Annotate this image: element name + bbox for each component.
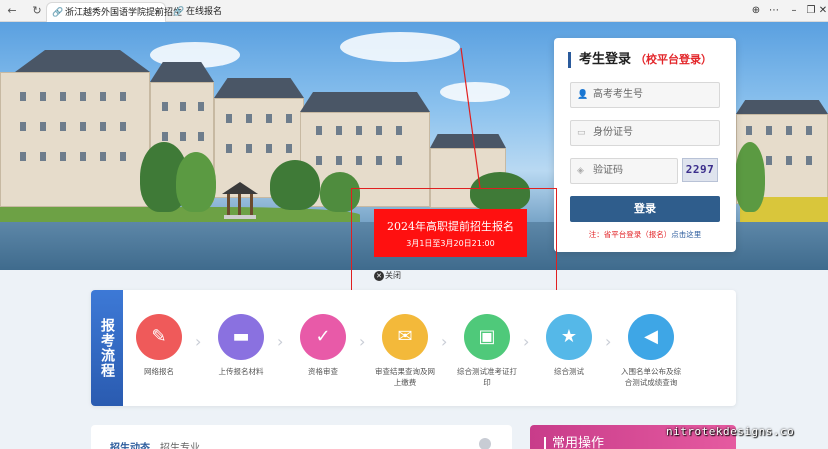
tab-active[interactable]: 🔗 浙江越秀外国语学院提前招生 ✕	[46, 2, 182, 23]
tab-majors[interactable]: 招生专业	[160, 439, 200, 449]
popup-title: 2024年高职提前招生报名	[387, 220, 514, 233]
tab-close-icon[interactable]: ✕	[153, 3, 161, 23]
roof	[430, 134, 506, 148]
tree	[270, 160, 320, 210]
medal-icon: ★	[546, 314, 592, 360]
chevron-right-icon: ›	[359, 332, 366, 351]
close-icon: ✕	[374, 271, 384, 281]
tab-label: 浙江越秀外国语学院提前招生	[65, 8, 183, 18]
globe-icon[interactable]: ⊕	[748, 3, 764, 19]
shield-icon: ◈	[577, 166, 584, 176]
exam-number-field[interactable]: 👤 高考考生号	[570, 82, 720, 108]
user-edit-icon: ✎	[136, 314, 182, 360]
minimize-icon[interactable]: –	[786, 3, 802, 19]
refresh-icon[interactable]: ↻	[29, 3, 45, 19]
login-card: 考生登录 （校平台登录） 👤 高考考生号 ▭ 身份证号 ◈ 验证码 2297 登录…	[554, 38, 736, 252]
process-step[interactable]: ★ 综合测试	[539, 314, 599, 377]
process-section: 报考流程 ✎ 网络报名 › ▬ 上传报名材料 › ✓ 资格审查 › ✉ 审查结果查询及网上缴费 › ▣ 综…	[91, 290, 736, 406]
tab-label: 在线报名	[186, 7, 223, 17]
process-step[interactable]: ▬ 上传报名材料	[211, 314, 271, 377]
roof	[300, 92, 430, 112]
back-icon[interactable]: ←	[4, 3, 20, 19]
ticket-icon: ✉	[382, 314, 428, 360]
id-number-field[interactable]: ▭ 身份证号	[570, 120, 720, 146]
restore-icon[interactable]: ❐	[803, 3, 819, 19]
process-step-label: 综合测试	[554, 367, 584, 376]
chevron-right-icon: ›	[441, 332, 448, 351]
tab-second[interactable]: 🔗 在线报名	[168, 2, 288, 22]
captcha-placeholder: 验证码	[593, 165, 623, 176]
process-label: 报考流程	[91, 290, 123, 406]
watermark: nitrotekdesigns.co	[666, 425, 795, 438]
card-icon: ▬	[218, 314, 264, 360]
chevron-right-icon: ›	[605, 332, 612, 351]
common-operations-title: 常用操作	[544, 437, 604, 449]
captcha-image[interactable]: 2297	[682, 158, 718, 182]
login-subtitle: （校平台登录）	[635, 53, 713, 66]
captcha-field[interactable]: ◈ 验证码	[570, 158, 678, 184]
link-icon: 🔗	[52, 8, 64, 18]
provincial-login-link[interactable]: 点击这里	[671, 230, 701, 239]
popup-date: 3月1日至3月20日21:00	[406, 239, 495, 248]
user-icon: 👤	[577, 90, 589, 100]
popup-banner[interactable]: 2024年高职提前招生报名 3月1日至3月20日21:00	[374, 209, 527, 257]
login-title: 考生登录 （校平台登录）	[568, 52, 712, 68]
login-note: 注：省平台登录（报名）点击这里	[570, 229, 720, 240]
check-icon: ✓	[300, 314, 346, 360]
process-step-label: 网络报名	[144, 367, 174, 376]
browser-toolbar: ← ↻ 🔗 浙江越秀外国语学院提前招生 ✕ 🔗 在线报名 ⊕ ⋯ – ❐ ✕	[0, 0, 828, 22]
chevron-right-icon: ›	[277, 332, 284, 351]
id-card-icon: ▣	[464, 314, 510, 360]
tab-news[interactable]: 招生动态	[110, 439, 150, 449]
more-icon[interactable]: ⋯	[766, 3, 782, 19]
process-step-label: 入围名单公布及综合测试成绩查询	[621, 367, 681, 387]
login-button[interactable]: 登录	[570, 196, 720, 222]
cloud	[340, 32, 460, 62]
cloud	[440, 82, 510, 102]
pavilion	[222, 182, 258, 219]
login-note-text: 注：省平台登录（报名）	[588, 230, 672, 239]
megaphone-icon: ◀	[628, 314, 674, 360]
tree	[735, 142, 765, 212]
process-step-label: 资格审查	[308, 367, 338, 376]
roof	[214, 78, 304, 98]
process-step[interactable]: ✓ 资格审查	[293, 314, 353, 377]
process-step[interactable]: ◀ 入围名单公布及综合测试成绩查询	[621, 314, 681, 388]
id-number-placeholder: 身份证号	[593, 127, 633, 138]
id-card-icon: ▭	[577, 128, 586, 138]
tree	[176, 152, 216, 212]
popup-close-button[interactable]: ✕ 关闭	[374, 270, 401, 281]
link-icon: 🔗	[173, 7, 185, 17]
popup-close-label: 关闭	[385, 271, 401, 280]
chevron-right-icon: ›	[523, 332, 530, 351]
process-step-label: 审查结果查询及网上缴费	[375, 367, 435, 387]
process-step-label: 上传报名材料	[218, 367, 264, 376]
close-icon[interactable]: ✕	[818, 3, 828, 19]
news-panel: 招生动态 招生专业	[91, 425, 512, 449]
login-title-text: 考生登录	[579, 52, 632, 67]
process-step[interactable]: ▣ 综合测试准考证打印	[457, 314, 517, 388]
roof	[736, 100, 828, 114]
process-step[interactable]: ✎ 网络报名	[129, 314, 189, 377]
chevron-right-icon: ›	[195, 332, 202, 351]
exam-number-placeholder: 高考考生号	[593, 89, 643, 100]
process-step[interactable]: ✉ 审查结果查询及网上缴费	[375, 314, 435, 388]
more-icon[interactable]	[479, 438, 491, 449]
roof	[15, 50, 150, 72]
process-step-label: 综合测试准考证打印	[457, 367, 517, 387]
